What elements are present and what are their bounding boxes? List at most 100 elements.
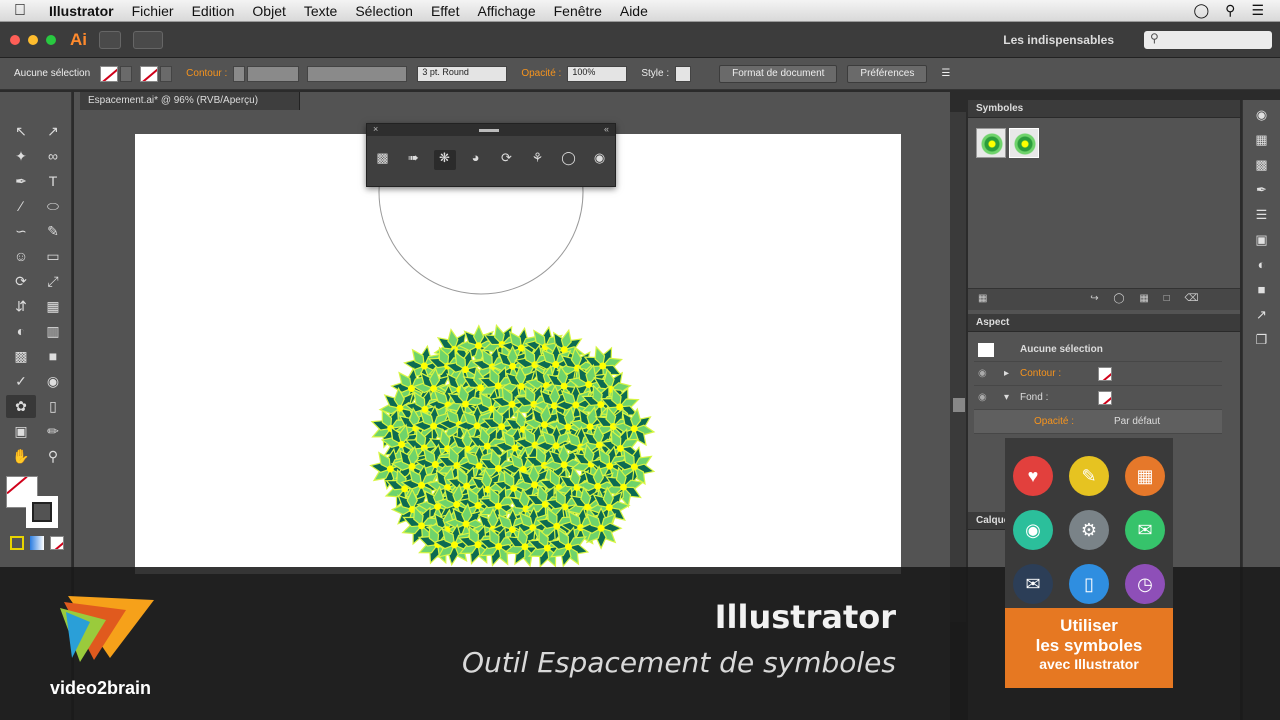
stroke-weight-input[interactable] [247,65,300,82]
menu-aide[interactable]: Aide [611,3,657,19]
symbols-panel-tab[interactable]: Symboles [968,100,1240,118]
stroke-none-swatch[interactable] [1098,367,1112,381]
appearance-opacity-row[interactable]: Opacité : Par défaut [974,410,1222,434]
help-search-input[interactable]: ⚲ [1144,30,1272,49]
bridge-button[interactable] [99,30,121,49]
place-symbol-icon[interactable]: ↪ [1090,293,1098,304]
symbolism-panel-header[interactable]: × « [367,124,615,136]
symbol-thumbnail[interactable] [1009,128,1039,158]
blend-tool-icon[interactable]: ◉ [38,370,68,393]
phone-icon[interactable]: ▯ [1069,564,1109,604]
column-graph-tool-icon[interactable]: ▯ [38,395,68,418]
close-icon[interactable]: × [373,124,378,134]
direct-selection-tool-icon[interactable]: ↗ [38,120,68,143]
appearance-stroke-label[interactable]: Contour : [1020,362,1061,386]
free-transform-tool-icon[interactable]: ▦ [38,295,68,318]
stroke-panel-icon[interactable]: ☰ [1252,207,1272,225]
symbol-spinner-icon[interactable]: ⟳ [496,150,518,170]
flower-symbol-instance[interactable] [579,506,623,550]
gradient-button[interactable] [30,536,44,550]
symbol-sprayer-icon[interactable]: ▩ [372,150,394,170]
stroke-color-box[interactable] [26,496,58,528]
stroke-dropdown[interactable] [160,65,173,82]
paintbrush-tool-icon[interactable]: ∽ [6,220,36,243]
new-symbol-icon[interactable]: □ [1164,293,1170,304]
disclosure-triangle-icon[interactable]: ▸ [1004,362,1009,386]
appearance-stroke-row[interactable]: ◉ ▸ Contour : [974,362,1222,386]
symbol-libraries-icon[interactable]: ▦ [978,293,987,304]
selection-tool-icon[interactable]: ↖ [6,120,36,143]
scrollbar-thumb[interactable] [953,398,965,412]
menu-app[interactable]: Illustrator [40,3,123,19]
document-setup-button[interactable]: Format de document [719,64,838,83]
symbol-sizer-icon[interactable]: ◕ [465,150,487,170]
stroke-label[interactable]: Contour : [186,68,227,79]
pencil-icon[interactable]: ✎ [1069,456,1109,496]
width-tool-icon[interactable]: ⇵ [6,295,36,318]
menu-fenetre[interactable]: Fenêtre [545,3,611,19]
workspace-switcher[interactable]: Les indispensables [1003,33,1114,47]
preferences-button[interactable]: Préférences [847,64,928,83]
appearance-fill-label[interactable]: Fond : [1020,386,1048,410]
menu-fichier[interactable]: Fichier [123,3,183,19]
zoom-tool-icon[interactable]: ⚲ [38,445,68,468]
swatches-icon[interactable]: ▩ [1252,157,1272,175]
camera-icon[interactable]: ◉ [1013,510,1053,550]
appearance-opacity-label[interactable]: Opacité : [1034,410,1074,434]
zoom-window-button[interactable] [46,34,56,45]
opacity-input[interactable]: 100% [567,65,628,82]
pencil-tool-icon[interactable]: ✎ [38,220,68,243]
ellipse-tool-icon[interactable]: ⬭ [38,195,68,218]
document-tab[interactable]: Espacement.ai* @ 96% (RVB/Aperçu) [80,92,300,110]
color-button[interactable] [10,536,24,550]
gear-icon[interactable]: ⚙ [1069,510,1109,550]
libraries-icon[interactable]: ▦ [1252,132,1272,150]
transparency-icon[interactable]: ◐ [1252,257,1272,275]
course-promo-card[interactable]: ♥ ✎ ▦ ◉ ⚙ ✉ ✉ ▯ ◷ Utiliser les symboles avec Ill… [1005,438,1173,688]
apple-icon[interactable]:  [0,2,40,20]
appearance-panel-tab[interactable]: Aspect [968,314,1240,332]
blob-brush-tool-icon[interactable]: ☺ [6,245,36,268]
slice-tool-icon[interactable]: ✏ [38,420,68,443]
export-icon[interactable]: ↗ [1252,307,1272,325]
collapse-icon[interactable]: « [604,124,609,134]
color-guide-icon[interactable]: ◉ [1252,107,1272,125]
chat-icon[interactable]: ✉ [1125,510,1165,550]
minimize-window-button[interactable] [28,34,38,45]
menu-edition[interactable]: Edition [183,3,244,19]
line-tool-icon[interactable]: ∕ [6,195,36,218]
mesh-tool-icon[interactable]: ▩ [6,345,36,368]
clock-icon[interactable]: ◷ [1125,564,1165,604]
fill-swatch[interactable] [100,65,119,82]
graphic-style-swatch[interactable] [675,65,692,82]
disclosure-triangle-icon[interactable]: ▾ [1004,386,1009,410]
menu-texte[interactable]: Texte [295,3,346,19]
pen-tool-icon[interactable]: ✒ [6,170,36,193]
grip-icon[interactable] [479,129,499,132]
lasso-tool-icon[interactable]: ∞ [38,145,68,168]
mail-icon[interactable]: ✉ [1013,564,1053,604]
hand-tool-icon[interactable]: ✋ [6,445,36,468]
rotate-tool-icon[interactable]: ⟳ [6,270,36,293]
artboard-tool-icon[interactable]: ▣ [6,420,36,443]
opacity-label[interactable]: Opacité : [521,68,561,79]
vertical-scrollbar[interactable] [950,112,966,622]
break-link-icon[interactable]: ◯ [1113,293,1124,304]
fill-dropdown[interactable] [120,65,133,82]
menu-affichage[interactable]: Affichage [468,3,544,19]
layers-panel-tab[interactable]: Calques [968,512,1015,530]
notification-list-icon[interactable]: ☰ [1251,2,1264,19]
variable-width-profile[interactable] [307,65,408,82]
control-menu-icon[interactable]: ☰ [941,68,950,79]
brushes-icon[interactable]: ✒ [1252,182,1272,200]
artboard[interactable] [135,89,901,574]
symbol-thumbnail[interactable] [976,128,1006,158]
scale-tool-icon[interactable]: ⤢ [38,270,68,293]
menu-objet[interactable]: Objet [243,3,294,19]
creative-cloud-icon[interactable]: ◯ [1194,2,1210,19]
artboards-icon[interactable]: ❐ [1252,332,1272,350]
spotlight-search-icon[interactable]: ⚲ [1225,2,1235,19]
calendar-icon[interactable]: ▦ [1125,456,1165,496]
symbol-screener-icon[interactable]: ◯ [558,150,580,170]
eraser-tool-icon[interactable]: ▭ [38,245,68,268]
